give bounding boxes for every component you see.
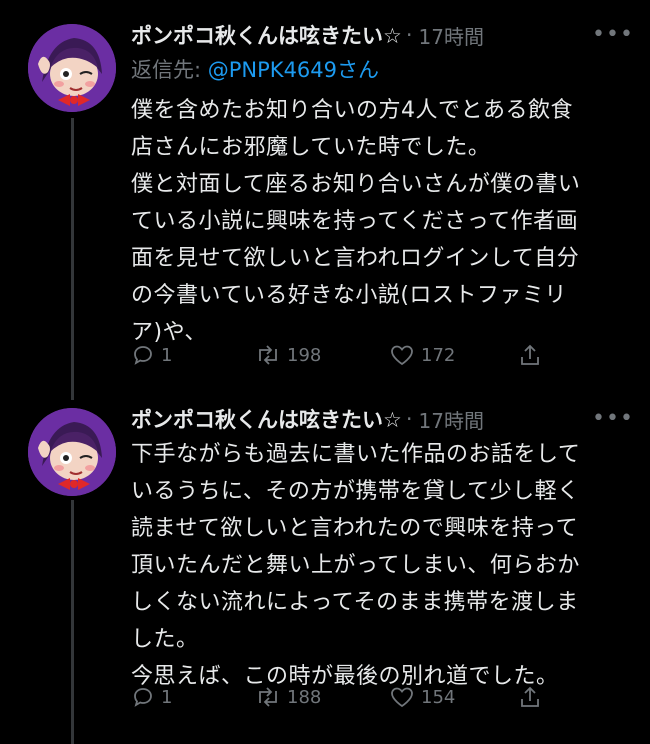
avatar[interactable] bbox=[28, 408, 116, 496]
action-bar: 1 188 154 bbox=[131, 682, 571, 712]
more-options-icon[interactable]: ••• bbox=[592, 18, 633, 52]
share-icon bbox=[521, 344, 539, 365]
avatar-illustration bbox=[28, 24, 116, 112]
reply-button[interactable]: 1 bbox=[131, 343, 172, 367]
share-button[interactable] bbox=[519, 343, 541, 367]
reply-label: 返信先: bbox=[131, 58, 208, 82]
tweet[interactable]: ポンポコ秋くんは呟きたい☆ · 17時間 ••• 返信先: @PNPK4649さ… bbox=[0, 0, 650, 400]
text-line: 下手ながらも過去に書いた作品のお話をして bbox=[131, 442, 581, 467]
text-line: の今書いている好きな小説(ロストファミリ bbox=[131, 283, 567, 308]
text-line: いるうちに、その方が携帯を貸して少し軽く bbox=[131, 479, 580, 504]
timestamp[interactable]: 17時間 bbox=[419, 21, 484, 50]
separator-dot: · bbox=[405, 407, 413, 431]
tweet-header: ポンポコ秋くんは呟きたい☆ · 17時間 bbox=[131, 18, 484, 52]
text-line: ている小説に興味を持ってくださって作者画 bbox=[131, 209, 579, 234]
separator-dot: · bbox=[405, 23, 413, 47]
text-line: 僕を含めたお知り合いの方4人でとある飲食 bbox=[131, 98, 573, 123]
like-button[interactable]: 154 bbox=[389, 685, 455, 709]
retweet-count: 198 bbox=[287, 344, 322, 366]
heart-icon bbox=[391, 345, 413, 366]
text-line: した。 bbox=[131, 627, 199, 652]
reply-count: 1 bbox=[161, 686, 173, 708]
text-line: しくない流れによってそのまま携帯を渡しま bbox=[131, 590, 579, 615]
avatar[interactable] bbox=[28, 24, 116, 112]
avatar-illustration bbox=[28, 408, 116, 496]
share-icon bbox=[521, 686, 539, 707]
more-options-icon[interactable]: ••• bbox=[592, 402, 633, 436]
reply-count: 1 bbox=[161, 344, 173, 366]
reply-icon bbox=[134, 346, 152, 365]
retweet-icon bbox=[259, 345, 277, 365]
reply-handle-link[interactable]: @PNPK4649さん bbox=[208, 58, 379, 82]
tweet[interactable]: ポンポコ秋くんは呟きたい☆ · 17時間 ••• 下手ながらも過去に書いた作品の… bbox=[0, 400, 650, 744]
retweet-button[interactable]: 198 bbox=[255, 343, 321, 367]
text-line: 僕と対面して座るお知り合いさんが僕の書い bbox=[131, 172, 581, 197]
text-line: 頂いたんだと舞い上がってしまい、何らおか bbox=[131, 553, 580, 578]
reply-context: 返信先: @PNPK4649さん bbox=[131, 54, 379, 84]
like-count: 154 bbox=[421, 686, 456, 708]
retweet-icon bbox=[259, 687, 277, 707]
like-count: 172 bbox=[421, 344, 456, 366]
action-bar: 1 198 172 bbox=[131, 340, 571, 370]
timestamp[interactable]: 17時間 bbox=[419, 405, 484, 434]
text-line: 店さんにお邪魔していた時でした。 bbox=[131, 135, 491, 160]
text-line: 読ませて欲しいと言われたので興味を持って bbox=[131, 516, 579, 541]
share-button[interactable] bbox=[519, 685, 541, 709]
retweet-button[interactable]: 188 bbox=[255, 685, 321, 709]
retweet-count: 188 bbox=[287, 686, 322, 708]
text-line: 面を見せて欲しいと言われログインして自分 bbox=[131, 246, 580, 271]
like-button[interactable]: 172 bbox=[389, 343, 455, 367]
reply-icon bbox=[134, 688, 152, 707]
reply-button[interactable]: 1 bbox=[131, 685, 172, 709]
display-name[interactable]: ポンポコ秋くんは呟きたい☆ bbox=[131, 20, 402, 50]
tweet-header: ポンポコ秋くんは呟きたい☆ · 17時間 bbox=[131, 402, 484, 436]
heart-icon bbox=[391, 687, 413, 708]
tweet-text: 僕を含めたお知り合いの方4人でとある飲食 店さんにお邪魔していた時でした。 僕と… bbox=[131, 92, 627, 351]
tweet-text: 下手ながらも過去に書いた作品のお話をして いるうちに、その方が携帯を貸して少し軽… bbox=[131, 436, 627, 695]
display-name[interactable]: ポンポコ秋くんは呟きたい☆ bbox=[131, 404, 402, 434]
